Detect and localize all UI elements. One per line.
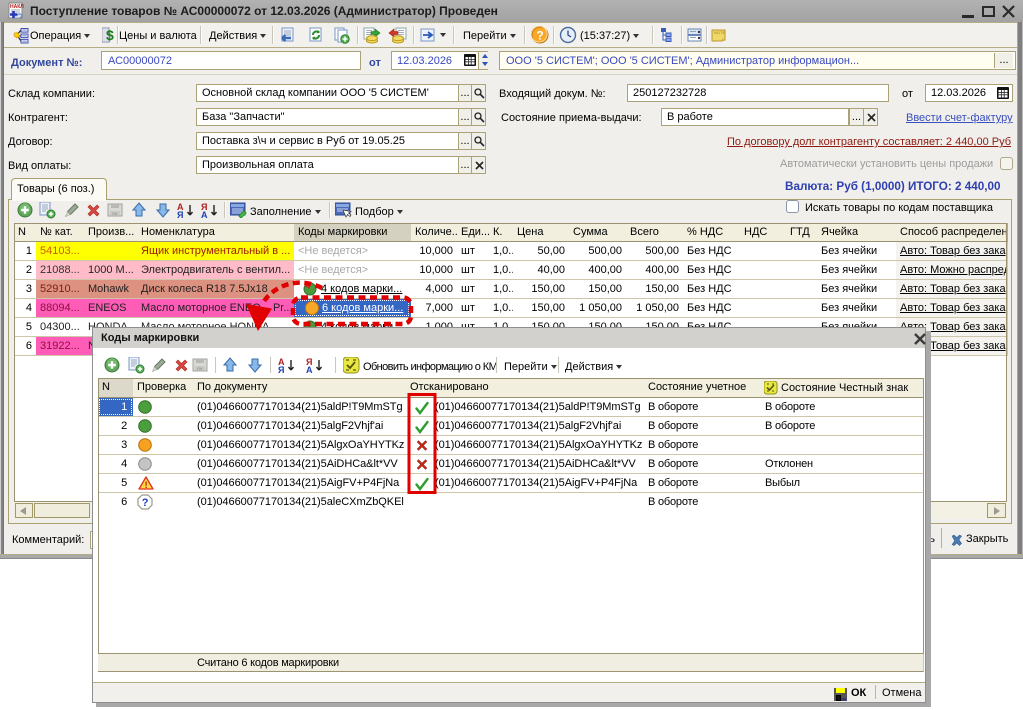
svg-text:ОК: ОК: [197, 366, 203, 371]
svg-text:Я: Я: [177, 210, 183, 219]
svg-text:А: А: [306, 365, 313, 374]
svg-text:$: $: [106, 27, 114, 43]
svg-text:ок: ок: [841, 697, 847, 702]
svg-text:НАКЛ: НАКЛ: [10, 4, 24, 10]
svg-text:А: А: [201, 210, 208, 219]
svg-text:NOTE: NOTE: [714, 30, 725, 35]
svg-text:Я: Я: [278, 365, 284, 374]
svg-text:?: ?: [536, 29, 543, 43]
svg-text:?: ?: [142, 497, 149, 509]
svg-text:!: !: [145, 480, 148, 490]
svg-text:ОК: ОК: [112, 211, 118, 216]
